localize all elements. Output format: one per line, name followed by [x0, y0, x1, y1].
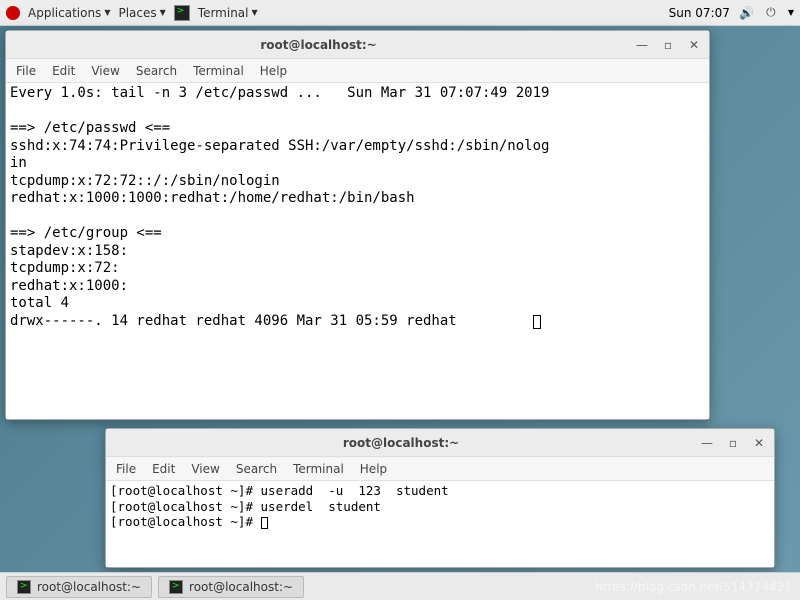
- menu-terminal[interactable]: Terminal: [193, 64, 244, 78]
- menu-search[interactable]: Search: [136, 64, 177, 78]
- menu-file[interactable]: File: [16, 64, 36, 78]
- titlebar[interactable]: root@localhost:~ — ▫ ✕: [6, 31, 709, 59]
- taskbar-label: root@localhost:~: [37, 580, 141, 594]
- applications-label: Applications: [28, 6, 101, 20]
- cursor-icon: [261, 517, 268, 529]
- menu-help[interactable]: Help: [360, 462, 387, 476]
- terminal-icon: [169, 580, 183, 594]
- taskbar-item-terminal-2[interactable]: root@localhost:~: [158, 576, 304, 598]
- terminal-label: Terminal: [198, 6, 249, 20]
- menu-edit[interactable]: Edit: [52, 64, 75, 78]
- terminal-window-2[interactable]: root@localhost:~ — ▫ ✕ File Edit View Se…: [105, 428, 775, 568]
- menu-view[interactable]: View: [91, 64, 119, 78]
- menu-file[interactable]: File: [116, 462, 136, 476]
- minimize-button[interactable]: —: [633, 36, 651, 54]
- menubar: File Edit View Search Terminal Help: [6, 59, 709, 83]
- top-panel: Applications ▼ Places ▼ Terminal ▼ Sun 0…: [0, 0, 800, 26]
- top-panel-left: Applications ▼ Places ▼ Terminal ▼: [6, 5, 258, 21]
- redhat-logo-icon: [6, 6, 20, 20]
- taskbar-label: root@localhost:~: [189, 580, 293, 594]
- chevron-down-icon: ▼: [160, 8, 166, 17]
- chevron-down-icon: ▼: [104, 8, 110, 17]
- window-title: root@localhost:~: [112, 436, 690, 450]
- top-panel-right: Sun 07:07 🔊 ⏻ ▼: [669, 6, 794, 20]
- menu-edit[interactable]: Edit: [152, 462, 175, 476]
- applications-menu[interactable]: Applications ▼: [28, 6, 110, 20]
- window-title: root@localhost:~: [12, 38, 625, 52]
- chevron-down-icon[interactable]: ▼: [788, 8, 794, 17]
- terminal-app-icon: [174, 5, 190, 21]
- terminal-output[interactable]: Every 1.0s: tail -n 3 /etc/passwd ... Su…: [6, 83, 709, 419]
- watermark-text: https://blog.csdn.net/514774421: [595, 580, 792, 594]
- terminal-text: [root@localhost ~]# useradd -u 123 stude…: [110, 483, 449, 529]
- bottom-taskbar: root@localhost:~ root@localhost:~ https:…: [0, 572, 800, 600]
- maximize-button[interactable]: ▫: [724, 434, 742, 452]
- terminal-icon: [17, 580, 31, 594]
- minimize-button[interactable]: —: [698, 434, 716, 452]
- clock[interactable]: Sun 07:07: [669, 6, 730, 20]
- places-label: Places: [118, 6, 156, 20]
- maximize-button[interactable]: ▫: [659, 36, 677, 54]
- menu-search[interactable]: Search: [236, 462, 277, 476]
- places-menu[interactable]: Places ▼: [118, 6, 165, 20]
- titlebar[interactable]: root@localhost:~ — ▫ ✕: [106, 429, 774, 457]
- menu-terminal[interactable]: Terminal: [293, 462, 344, 476]
- close-button[interactable]: ✕: [685, 36, 703, 54]
- terminal-text: Every 1.0s: tail -n 3 /etc/passwd ... Su…: [10, 85, 549, 329]
- chevron-down-icon: ▼: [252, 8, 258, 17]
- menubar: File Edit View Search Terminal Help: [106, 457, 774, 481]
- taskbar-item-terminal-1[interactable]: root@localhost:~: [6, 576, 152, 598]
- terminal-menu[interactable]: Terminal ▼: [198, 6, 258, 20]
- menu-view[interactable]: View: [191, 462, 219, 476]
- volume-icon[interactable]: 🔊: [740, 6, 754, 20]
- terminal-window-1[interactable]: root@localhost:~ — ▫ ✕ File Edit View Se…: [5, 30, 710, 420]
- close-button[interactable]: ✕: [750, 434, 768, 452]
- cursor-icon: [533, 315, 541, 329]
- menu-help[interactable]: Help: [260, 64, 287, 78]
- terminal-output[interactable]: [root@localhost ~]# useradd -u 123 stude…: [106, 481, 774, 567]
- power-icon[interactable]: ⏻: [764, 6, 778, 20]
